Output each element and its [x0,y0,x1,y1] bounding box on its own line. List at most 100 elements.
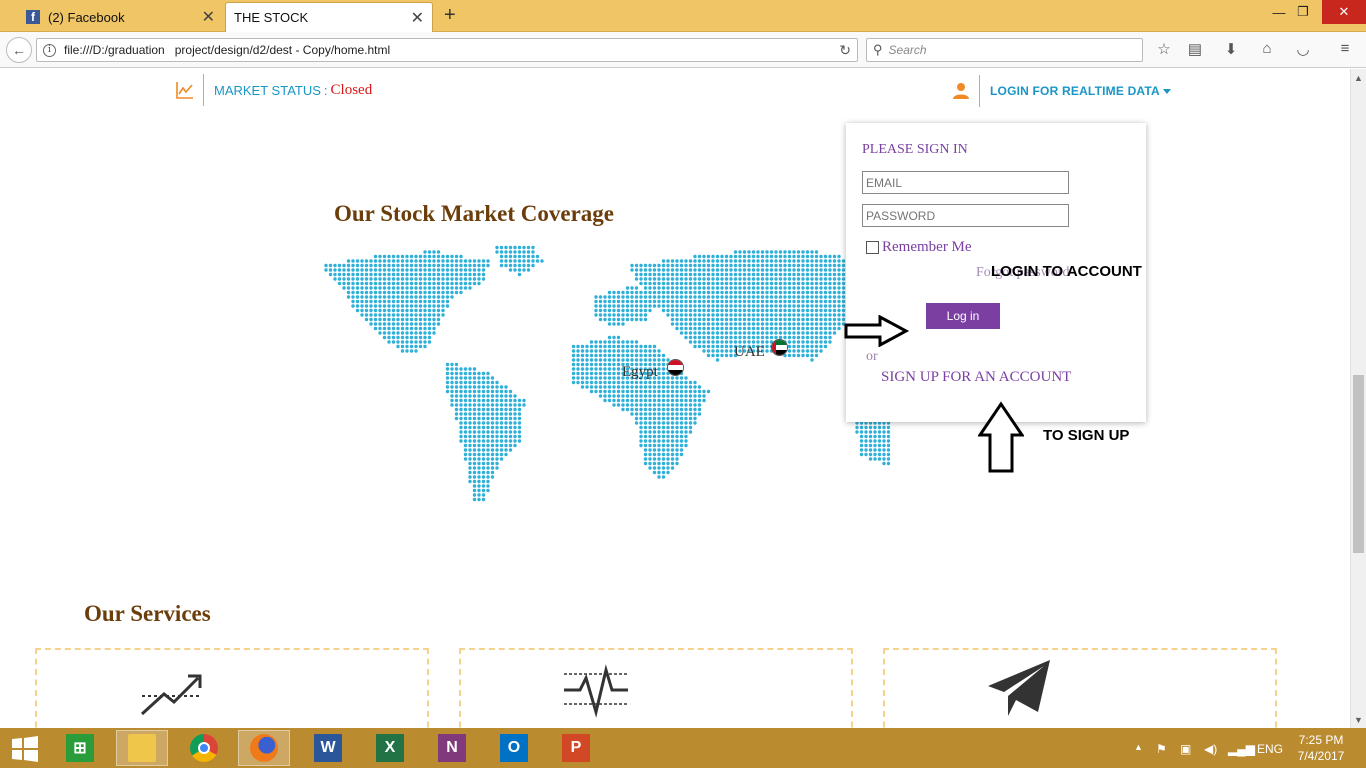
map-dot [796,286,801,290]
map-dot [837,254,841,259]
flag-icon[interactable]: ⚑ [1156,742,1167,756]
outlook-app[interactable]: O [488,730,540,766]
map-dot [738,313,742,317]
map-dot [652,268,657,272]
map-dot [688,421,693,425]
file-explorer-app[interactable] [116,730,168,766]
map-dot [526,254,531,259]
egypt-flag[interactable] [667,359,684,376]
service-card[interactable] [459,648,853,728]
map-dot [706,299,711,304]
map-dot [616,322,621,326]
map-dot [729,299,733,304]
signal-icon[interactable]: ▂▄▆ [1228,742,1255,756]
scroll-thumb[interactable] [1353,375,1364,553]
close-icon[interactable]: ✕ [411,8,424,28]
onenote-app[interactable]: N [426,730,478,766]
window-close-icon[interactable]: ✕ [1322,0,1366,24]
map-dot [724,326,729,331]
tab-facebook[interactable]: f (2) Facebook ✕ [18,2,223,32]
bookmark-star-icon[interactable]: ☆ [1153,40,1175,60]
signup-link[interactable]: SIGN UP FOR AN ACCOUNT [881,369,1071,386]
map-dot [823,331,828,335]
remember-me[interactable]: Remember Me [866,239,972,256]
map-dot [774,299,778,304]
map-dot [783,259,787,263]
download-icon[interactable]: ⬇ [1220,40,1242,60]
map-dot [720,277,724,281]
firefox-app[interactable] [238,730,290,766]
map-dot [787,281,792,286]
remember-checkbox[interactable] [866,241,879,254]
map-dot [643,452,648,457]
map-dot [661,272,666,277]
map-dot [648,281,652,286]
map-dot [432,295,436,299]
close-icon[interactable]: ✕ [202,7,215,27]
map-dot [468,286,472,290]
map-dot [639,416,643,421]
map-dot [841,286,846,290]
map-dot [400,349,405,353]
map-dot [666,281,670,286]
password-field[interactable] [862,204,1069,227]
store-app[interactable]: ⊞ [54,730,106,766]
map-dot [382,331,387,335]
info-icon[interactable]: i [43,43,56,57]
search-input[interactable]: ⚲ Search [866,38,1143,62]
back-arrow-icon[interactable]: ← [6,37,32,63]
login-button[interactable]: Log in [926,303,1000,329]
language-indicator[interactable]: ENG [1257,742,1283,756]
network-adapter-icon[interactable]: ▣ [1180,742,1191,756]
scrollbar[interactable]: ▲ ▼ [1350,69,1366,728]
menu-icon[interactable]: ≡ [1334,40,1356,60]
scroll-up-icon[interactable]: ▲ [1354,73,1363,83]
map-dot [661,277,666,281]
map-dot [657,421,661,425]
map-dot [472,272,477,277]
home-icon[interactable]: ⌂ [1256,40,1278,60]
map-dot [729,344,733,349]
map-dot [490,398,495,403]
map-dot [747,308,751,313]
url-bar[interactable]: i file:///D:/graduation project/design/d… [36,38,858,62]
map-dot [792,308,796,313]
map-dot [499,412,504,416]
tray-expand-icon[interactable]: ▲ [1134,742,1143,752]
map-dot [828,331,832,335]
map-dot [877,443,882,448]
scroll-down-icon[interactable]: ▼ [1354,715,1363,725]
map-dot [508,403,513,407]
map-dot [396,281,400,286]
clock[interactable]: 7:25 PM 7/4/2017 [1296,732,1346,764]
tab-the-stock[interactable]: THE STOCK ✕ [225,2,433,32]
map-dot [414,340,418,344]
map-dot [787,277,792,281]
restore-icon[interactable]: ❐ [1284,0,1322,24]
powerpoint-app[interactable]: P [550,730,602,766]
map-dot [481,403,486,407]
service-card[interactable] [35,648,429,728]
service-card[interactable] [883,648,1277,728]
volume-icon[interactable]: ◀) [1204,742,1217,756]
map-dot [427,326,432,331]
uae-flag[interactable] [771,339,788,356]
word-app[interactable]: W [302,730,354,766]
email-field[interactable] [862,171,1069,194]
map-dot [742,250,747,254]
reading-list-icon[interactable]: ▤ [1184,40,1206,60]
map-dot [472,367,477,371]
map-dot [522,268,526,272]
map-dot [643,398,648,403]
map-dot [693,322,697,326]
map-dot [432,268,436,272]
pocket-icon[interactable]: ◡ [1292,40,1314,60]
windows-start-icon[interactable] [12,736,38,762]
new-tab-icon[interactable]: + [444,4,456,27]
chrome-app[interactable] [178,730,230,766]
excel-app[interactable]: X [364,730,416,766]
map-dot [724,268,729,272]
reload-icon[interactable]: ↻ [839,42,851,59]
map-dot [625,349,630,353]
login-realtime-link[interactable]: LOGIN FOR REALTIME DATA [952,75,1171,107]
